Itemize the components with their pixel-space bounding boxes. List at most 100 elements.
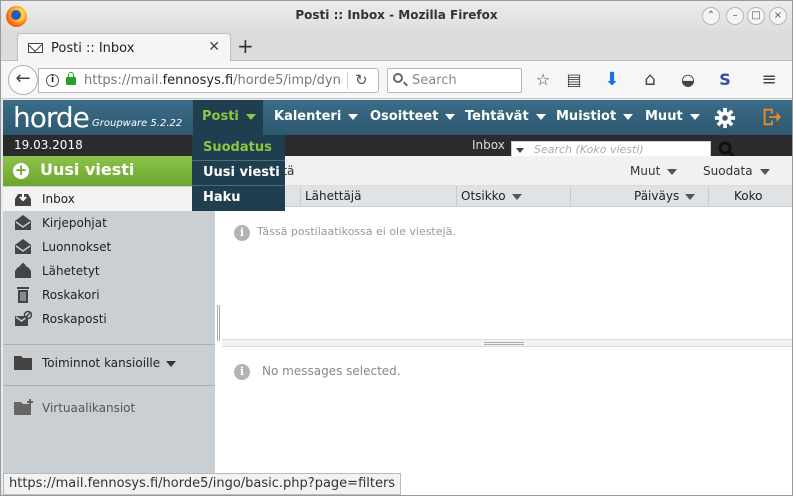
url-prefix: https://mail. <box>84 73 163 88</box>
close-tab-icon[interactable]: ✕ <box>208 39 220 55</box>
column-date[interactable]: Päiväys <box>570 186 708 207</box>
menu-osoitteet-label: Osoitteet <box>370 109 439 124</box>
minimize-button[interactable]: – <box>726 7 744 25</box>
menu-kalenteri[interactable]: Kalenteri <box>265 100 359 135</box>
folder-label: Inbox <box>42 192 75 206</box>
other-button-label: Muut <box>630 164 661 178</box>
url-bar[interactable]: i https://mail.fennosys.fi/horde5/imp/dy… <box>38 68 379 93</box>
compose-button[interactable]: + Uusi viesti <box>3 156 215 186</box>
search-placeholder: Search <box>412 73 457 88</box>
chevron-down-icon <box>245 113 256 120</box>
folder-label: Luonnokset <box>42 240 112 254</box>
plus-icon: + <box>13 161 29 179</box>
status-bar-url: https://mail.fennosys.fi/horde5/ingo/bas… <box>3 473 402 495</box>
column-date-label: Päiväys <box>634 189 680 203</box>
virtual-folders[interactable]: Virtuaalikansiot <box>42 401 135 415</box>
sidebar-divider <box>3 385 215 386</box>
chevron-down-icon <box>623 113 634 120</box>
tab-posti-inbox[interactable]: Posti :: Inbox ✕ <box>17 33 231 62</box>
folder-inbox[interactable]: Inbox <box>3 187 215 211</box>
info-icon[interactable]: i <box>46 74 59 87</box>
gear-icon[interactable] <box>714 107 736 129</box>
back-button[interactable]: ← <box>8 65 38 95</box>
new-tab-button[interactable]: + <box>237 34 254 58</box>
logout-icon[interactable] <box>760 106 782 128</box>
chevron-down-icon <box>166 360 177 367</box>
sidebar-resize-handle[interactable] <box>217 305 220 341</box>
bookmark-star-icon[interactable]: ☆ <box>533 70 553 90</box>
chevron-down-icon <box>759 168 770 175</box>
quicksearch-placeholder: Search (Koko viesti) <box>534 143 644 156</box>
list-toolbar: ätä Muut Suodata <box>222 156 792 186</box>
virtual-folder-add-icon <box>14 399 33 415</box>
hamburger-menu-icon[interactable]: ≡ <box>759 70 779 90</box>
splitter-grip[interactable] <box>484 342 524 345</box>
menu-osoitteet[interactable]: Osoitteet <box>361 100 456 135</box>
menu-tehtavat[interactable]: Tehtävät <box>456 100 546 135</box>
menu-kalenteri-label: Kalenteri <box>274 109 342 124</box>
templates-icon <box>15 215 31 230</box>
horde-top-menu: horde Groupware 5.2.22 Posti Kalenteri O… <box>3 100 792 135</box>
preview-splitter[interactable] <box>222 339 792 347</box>
menu-item-haku[interactable]: Haku <box>192 185 285 210</box>
url-text[interactable]: https://mail.fennosys.fi/horde5/imp/dyna <box>84 73 342 88</box>
close-window-button[interactable]: × <box>769 7 787 25</box>
menu-item-uusi-viesti[interactable]: Uusi viesti <box>192 160 285 185</box>
folder-luonnokset[interactable]: Luonnokset <box>3 235 215 259</box>
no-selection-message: No messages selected. <box>262 364 401 378</box>
folder-lahetetyt[interactable]: Lähetetyt <box>3 259 215 283</box>
chevron-down-icon <box>535 113 546 120</box>
spam-icon <box>15 310 32 326</box>
filter-button-label: Suodata <box>703 164 753 178</box>
mailbox-label: Inbox <box>472 138 505 152</box>
downloads-icon[interactable]: ⬇ <box>602 70 622 90</box>
chevron-down-icon <box>348 113 359 120</box>
info-icon: i <box>234 225 250 241</box>
column-header-row: Lähettäjä Otsikko Päiväys Koko <box>222 186 792 207</box>
menu-posti-label: Posti <box>202 109 239 124</box>
menu-muistiot-label: Muistiot <box>556 109 617 124</box>
scroll-up-icon[interactable]: ⌃ <box>702 7 720 25</box>
empty-mailbox-message: Tässä postilaatikossa ei ole viestejä. <box>257 225 456 238</box>
title-bar: Posti :: Inbox - Mozilla Firefox ⌃ – □ × <box>1 1 792 31</box>
search-icon <box>393 73 403 83</box>
folder-actions[interactable]: Toiminnot kansioille <box>42 356 177 370</box>
window-title: Posti :: Inbox - Mozilla Firefox <box>295 8 498 22</box>
column-sender[interactable]: Lähettäjä <box>300 186 456 207</box>
drafts-icon <box>15 239 31 254</box>
navigation-bar: ← i https://mail.fennosys.fi/horde5/imp/… <box>1 61 792 99</box>
maximize-button[interactable]: □ <box>747 7 765 25</box>
chevron-down-icon <box>445 113 456 120</box>
column-size[interactable]: Koko <box>708 186 792 207</box>
pocket-icon[interactable]: ◒ <box>678 70 698 90</box>
folder-label: Roskaposti <box>42 312 107 326</box>
url-domain: fennosys.fi <box>162 73 234 88</box>
current-date: 19.03.2018 <box>14 138 83 152</box>
lock-icon[interactable] <box>66 72 76 85</box>
horde-logo[interactable]: horde <box>13 101 90 134</box>
folder-roskakori[interactable]: Roskakori <box>3 283 215 307</box>
s-extension-icon[interactable]: S <box>715 70 735 90</box>
column-subject[interactable]: Otsikko <box>456 186 570 207</box>
home-icon[interactable]: ⌂ <box>640 70 660 90</box>
menu-muistiot[interactable]: Muistiot <box>547 100 634 135</box>
posti-dropdown-menu: Suodatus Uusi viesti Haku <box>192 135 285 211</box>
other-button[interactable]: Muut <box>630 164 678 178</box>
folder-roskaposti[interactable]: Roskaposti <box>3 307 215 331</box>
reload-icon[interactable]: ↻ <box>355 71 368 89</box>
menu-item-suodatus[interactable]: Suodatus <box>192 135 285 160</box>
mail-icon <box>28 43 43 53</box>
search-bar[interactable]: Search <box>387 68 522 93</box>
url-separator <box>347 72 348 89</box>
filter-button[interactable]: Suodata <box>703 164 770 178</box>
menu-muut[interactable]: Muut <box>636 100 700 135</box>
folder-label: Roskakori <box>42 288 100 302</box>
folder-icon <box>14 356 32 370</box>
search-options-chevron-icon[interactable] <box>516 148 524 153</box>
sent-icon <box>15 262 31 278</box>
reading-list-icon[interactable]: ▤ <box>564 70 584 90</box>
menu-posti[interactable]: Posti <box>193 100 263 135</box>
chevron-down-icon <box>667 168 678 175</box>
folder-kirjepohjat[interactable]: Kirjepohjat <box>3 211 215 235</box>
sidebar-divider <box>3 344 215 345</box>
